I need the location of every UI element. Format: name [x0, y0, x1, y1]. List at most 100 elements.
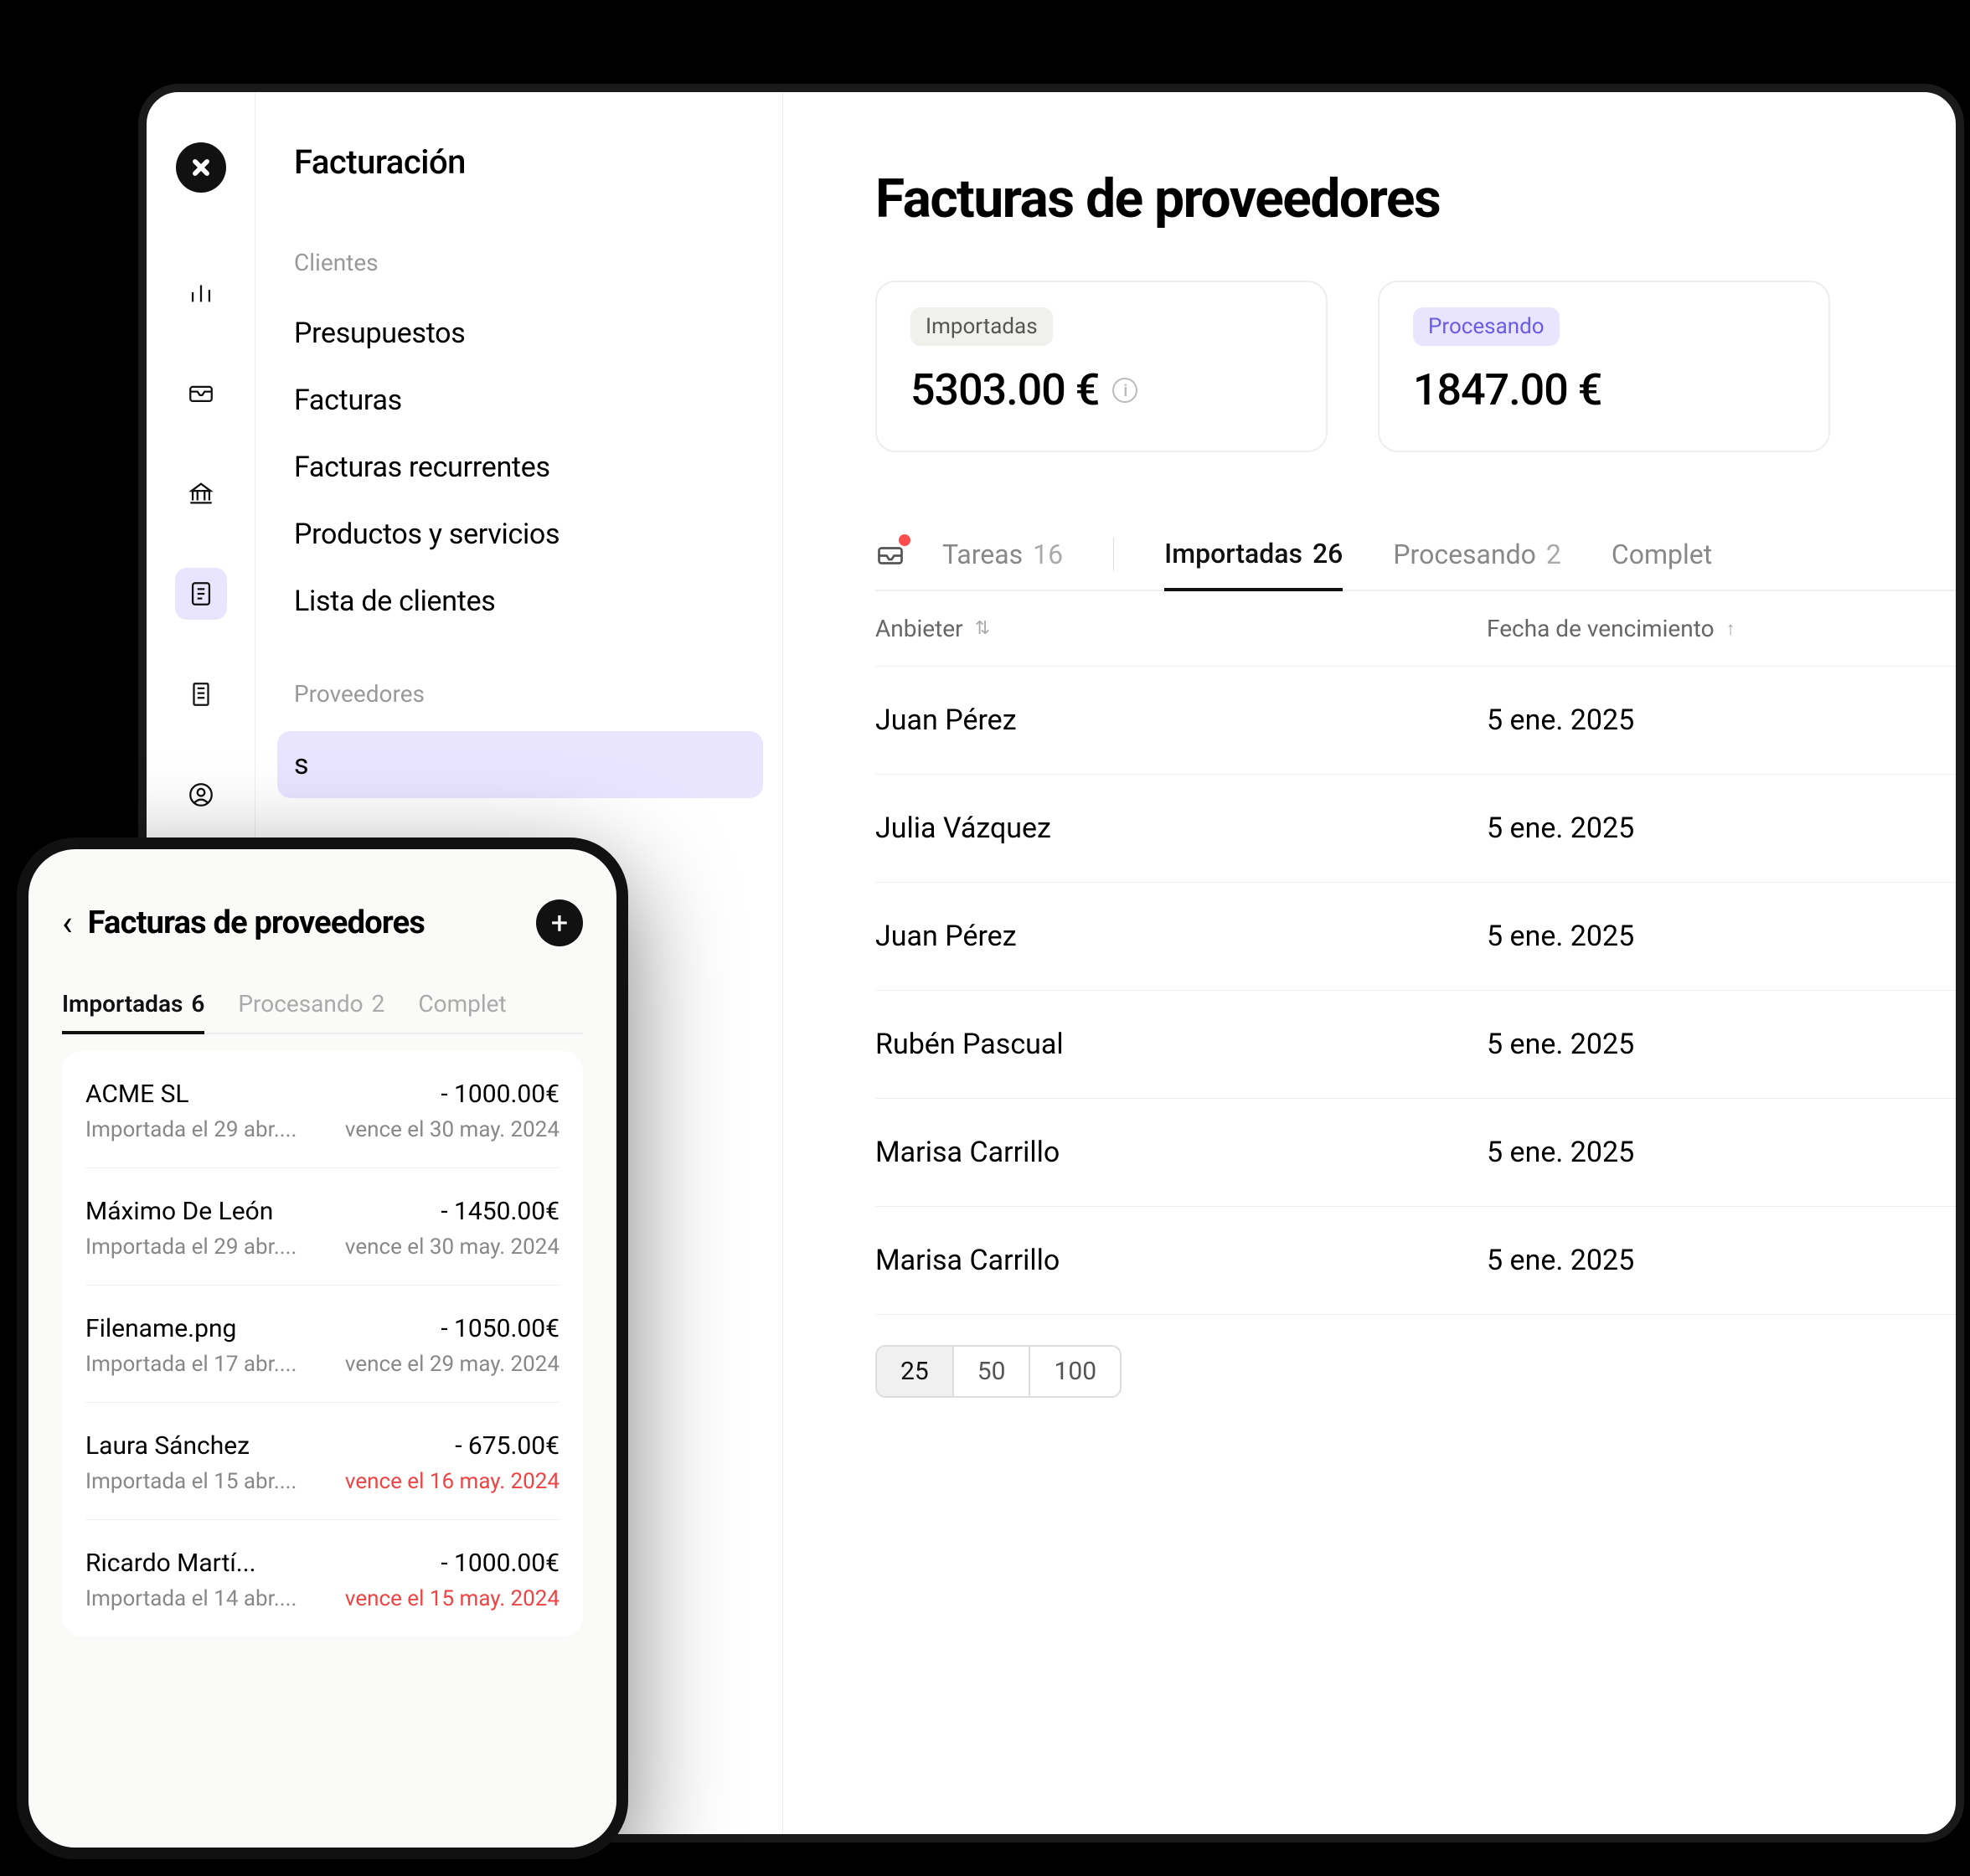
app-logo[interactable]	[176, 142, 226, 193]
m-cell-amount: - 1000.00€	[441, 1080, 560, 1109]
cell-due: 5 ene. 2025	[1487, 1244, 1634, 1277]
m-cell-due: vence el 30 may. 2024	[345, 1234, 560, 1260]
tab-importadas[interactable]: Importadas 26	[1164, 519, 1343, 591]
col-supplier-label: Anbieter	[875, 615, 963, 642]
cell-supplier: Juan Pérez	[875, 704, 1487, 737]
col-header-due[interactable]: Fecha de vencimiento ↑	[1487, 615, 1731, 642]
stat-cards: Importadas 5303.00 € i Procesando 1847.0…	[875, 281, 1956, 452]
m-cell-due: vence el 16 may. 2024	[345, 1469, 560, 1494]
sidebar-section-providers: Proveedores	[294, 680, 782, 708]
table-row[interactable]: Rubén Pascual5 ene. 2025	[875, 991, 1956, 1099]
pager-25[interactable]: 25	[877, 1347, 954, 1396]
cell-supplier: Marisa Carrillo	[875, 1244, 1487, 1277]
pager-50[interactable]: 50	[954, 1347, 1031, 1396]
stat-value-imported: 5303.00 € i	[910, 364, 1292, 415]
m-tab-importadas-label: Importadas	[62, 990, 183, 1018]
stat-card-imported: Importadas 5303.00 € i	[875, 281, 1328, 452]
m-cell-amount: - 1050.00€	[441, 1314, 560, 1343]
m-cell-imported: Importada el 14 abr....	[85, 1586, 297, 1611]
list-item[interactable]: ACME SL- 1000.00€Importada el 29 abr....…	[85, 1051, 560, 1168]
table-row[interactable]: Marisa Carrillo5 ene. 2025	[875, 1207, 1956, 1315]
stat-badge-imported: Importadas	[910, 307, 1053, 346]
m-tab-procesando-label: Procesando	[238, 990, 363, 1019]
tab-tareas[interactable]: Tareas 16	[942, 520, 1063, 589]
m-cell-name: Filename.png	[85, 1314, 236, 1343]
mobile-list: ACME SL- 1000.00€Importada el 29 abr....…	[62, 1051, 583, 1636]
cell-due: 5 ene. 2025	[1487, 704, 1634, 737]
table-row[interactable]: Juan Pérez5 ene. 2025	[875, 667, 1956, 775]
tab-completadas[interactable]: Complet	[1612, 520, 1712, 589]
table-row[interactable]: Juan Pérez5 ene. 2025	[875, 883, 1956, 991]
mobile-header: ‹ Facturas de proveedores +	[62, 899, 583, 946]
sidebar-item-facturas[interactable]: Facturas	[294, 367, 782, 434]
page-title: Facturas de proveedores	[875, 168, 1956, 230]
tab-tareas-label: Tareas	[942, 539, 1023, 570]
table-row[interactable]: Julia Vázquez5 ene. 2025	[875, 775, 1956, 883]
m-cell-name: Ricardo Martí...	[85, 1549, 256, 1578]
sidebar-title: Facturación	[294, 142, 782, 182]
list-item[interactable]: Filename.png- 1050.00€Importada el 17 ab…	[85, 1286, 560, 1403]
sidebar-item-presupuestos[interactable]: Presupuestos	[294, 300, 782, 367]
inbox-icon[interactable]	[175, 367, 227, 419]
m-cell-amount: - 1450.00€	[441, 1197, 560, 1226]
invoice-icon[interactable]	[175, 568, 227, 620]
m-cell-imported: Importada el 29 abr....	[85, 1234, 297, 1260]
tabs-row: Tareas 16 Importadas 26 Procesando 2 Com…	[875, 519, 1956, 591]
sidebar-section-clients: Clientes	[294, 249, 782, 276]
cell-supplier: Juan Pérez	[875, 920, 1487, 953]
tab-importadas-label: Importadas	[1164, 538, 1302, 570]
cell-supplier: Marisa Carrillo	[875, 1136, 1487, 1169]
info-icon[interactable]: i	[1112, 378, 1137, 403]
tab-importadas-count: 26	[1312, 538, 1343, 570]
m-cell-imported: Importada el 15 abr....	[85, 1469, 297, 1494]
sort-up-icon: ↑	[1726, 618, 1731, 640]
tab-completadas-label: Complet	[1612, 539, 1712, 570]
cell-due: 5 ene. 2025	[1487, 920, 1634, 953]
main-content: Facturas de proveedores Importadas 5303.…	[783, 92, 1956, 1834]
tab-divider	[1113, 538, 1114, 571]
table-body: Juan Pérez5 ene. 2025Julia Vázquez5 ene.…	[875, 667, 1956, 1315]
list-item[interactable]: Máximo De León - 1450.00€ Importada el 29 …	[85, 1168, 560, 1286]
list-item[interactable]: Ricardo Martí... - 1000.00€ Importada el 1…	[85, 1520, 560, 1636]
user-circle-icon[interactable]	[175, 769, 227, 821]
cell-due: 5 ene. 2025	[1487, 1136, 1634, 1169]
col-header-supplier[interactable]: Anbieter ⇅	[875, 615, 1487, 642]
pager: 25 50 100	[875, 1345, 1122, 1398]
stat-card-processing: Procesando 1847.00 €	[1378, 281, 1830, 452]
sidebar-item-productos[interactable]: Productos y servicios	[294, 501, 782, 568]
tab-procesando[interactable]: Procesando 2	[1393, 520, 1561, 589]
m-tab-completadas-label: Complet	[418, 990, 506, 1019]
pager-100[interactable]: 100	[1030, 1347, 1120, 1396]
m-cell-name: Máximo De León	[85, 1197, 273, 1226]
table-row[interactable]: Marisa Carrillo5 ene. 2025	[875, 1099, 1956, 1207]
notification-dot-icon	[899, 534, 910, 546]
cell-due: 5 ene. 2025	[1487, 1028, 1634, 1061]
sidebar-item-clientes[interactable]: Lista de clientes	[294, 568, 782, 635]
cell-supplier: Rubén Pascual	[875, 1028, 1487, 1061]
add-button[interactable]: +	[536, 899, 583, 946]
sidebar-item-providers-active[interactable]: s	[277, 731, 763, 798]
mobile-tabs: Importadas 6 Procesando 2 Complet	[62, 977, 583, 1034]
receipt-icon[interactable]	[175, 668, 227, 720]
stat-amount-imported: 5303.00 €	[910, 364, 1099, 415]
m-cell-due: vence el 30 may. 2024	[345, 1117, 560, 1142]
tab-tareas-count: 16	[1033, 539, 1063, 570]
tasks-inbox-icon[interactable]	[875, 539, 905, 570]
mobile-tab-completadas[interactable]: Complet	[418, 977, 506, 1033]
sidebar-item-recurrentes[interactable]: Facturas recurrentes	[294, 434, 782, 501]
bank-icon[interactable]	[175, 467, 227, 519]
chart-icon[interactable]	[175, 266, 227, 318]
stat-amount-processing: 1847.00 €	[1413, 364, 1601, 415]
m-cell-due: vence el 15 may. 2024	[345, 1586, 560, 1611]
m-cell-amount: - 675.00€	[455, 1431, 560, 1461]
m-cell-amount: - 1000.00€	[441, 1549, 560, 1578]
mobile-tab-importadas[interactable]: Importadas 6	[62, 977, 204, 1034]
tab-procesando-label: Procesando	[1393, 539, 1536, 570]
table-header: Anbieter ⇅ Fecha de vencimiento ↑	[875, 591, 1956, 667]
m-cell-imported: Importada el 29 abr....	[85, 1117, 297, 1142]
back-icon[interactable]: ‹	[62, 903, 73, 944]
cell-due: 5 ene. 2025	[1487, 812, 1634, 845]
sort-both-icon: ⇅	[975, 618, 986, 639]
list-item[interactable]: Laura Sánchez- 675.00€Importada el 15 ab…	[85, 1403, 560, 1520]
mobile-tab-procesando[interactable]: Procesando 2	[238, 977, 384, 1033]
